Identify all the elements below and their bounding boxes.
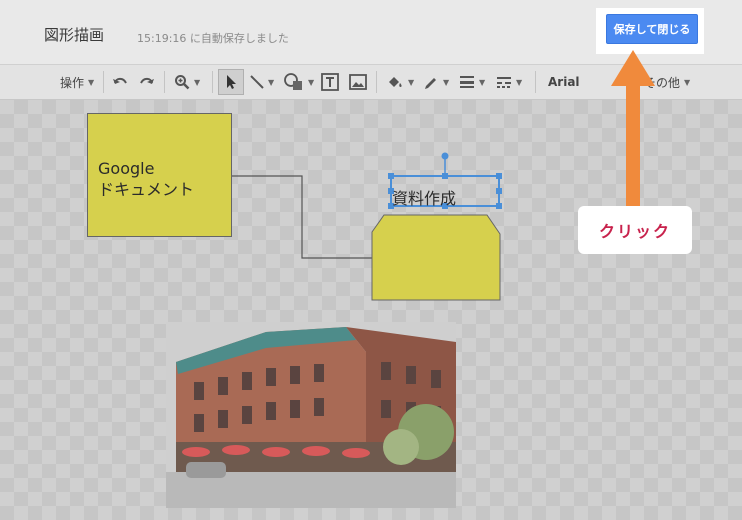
shape-label-text[interactable]: 資料作成 xyxy=(392,185,456,209)
arrow-up-icon xyxy=(611,50,655,86)
building-photo[interactable] xyxy=(166,322,456,508)
resize-handle[interactable] xyxy=(442,173,448,179)
click-callout: クリック xyxy=(578,206,692,254)
resize-handle[interactable] xyxy=(496,173,502,179)
rotate-handle[interactable] xyxy=(441,152,449,160)
annotation-arrow-shaft xyxy=(626,82,640,210)
resize-handle[interactable] xyxy=(388,173,394,179)
google-docs-shape[interactable]: Google ドキュメント xyxy=(87,113,232,237)
snipped-rectangle-shape[interactable] xyxy=(371,214,501,301)
elbow-connector[interactable] xyxy=(232,175,372,259)
shape-text: Google ドキュメント xyxy=(98,159,195,199)
resize-handle[interactable] xyxy=(496,203,502,209)
resize-handle[interactable] xyxy=(496,188,502,194)
